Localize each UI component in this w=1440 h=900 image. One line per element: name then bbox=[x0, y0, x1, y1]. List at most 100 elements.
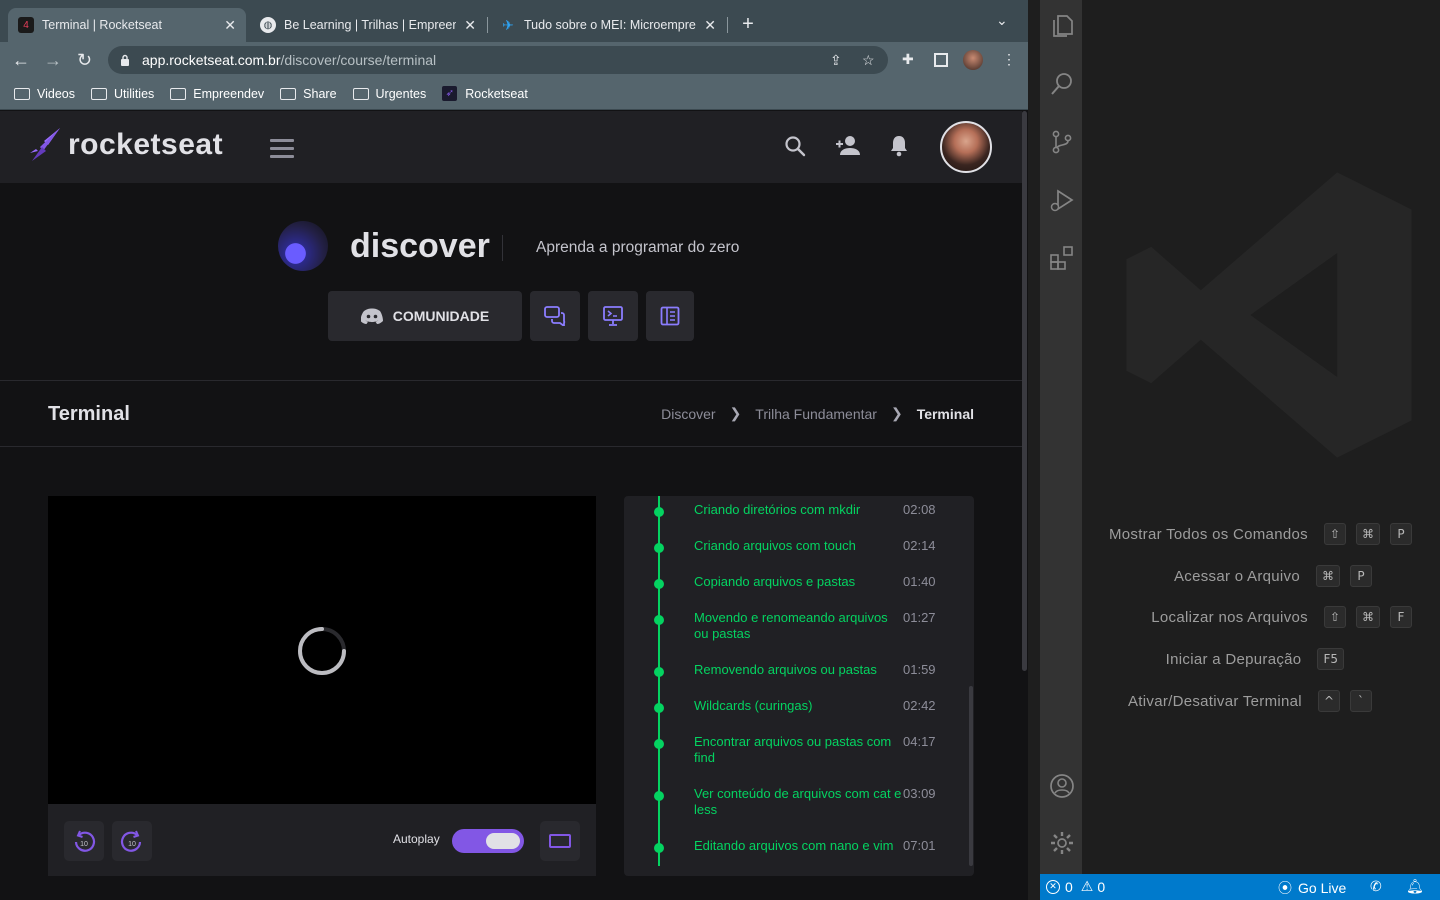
command-label: Mostrar Todos os Comandos bbox=[1108, 525, 1308, 543]
profile-avatar[interactable] bbox=[963, 50, 983, 70]
vscode-watermark-logo bbox=[1126, 172, 1412, 458]
terminal-button[interactable] bbox=[588, 291, 638, 341]
command-label: Localizar nos Arquivos bbox=[1151, 608, 1308, 626]
welcome-command[interactable]: Acessar o Arquivo ⌘ P bbox=[1174, 565, 1382, 587]
forward-10-icon: 10 bbox=[120, 830, 142, 852]
notifications-bell-icon[interactable]: 🔔︎ bbox=[1406, 878, 1424, 895]
discover-title: discover bbox=[350, 227, 490, 265]
problems-indicator[interactable]: ✕ 0 ⚠ 0 bbox=[1046, 878, 1105, 895]
tab-separator bbox=[487, 17, 488, 33]
bookmark-label: Rocketseat bbox=[465, 86, 528, 101]
lesson-scrollbar[interactable] bbox=[969, 686, 973, 866]
keybinding-key: F5 bbox=[1317, 648, 1344, 670]
theater-mode-icon bbox=[549, 834, 571, 848]
side-panel-icon[interactable] bbox=[934, 53, 948, 67]
discover-hero: discover Aprenda a programar do zero COM… bbox=[0, 183, 1022, 381]
close-tab-icon[interactable]: ✕ bbox=[224, 17, 236, 34]
tab-be-learning[interactable]: ◍ Be Learning | Trilhas | Empreendedoris… bbox=[250, 8, 486, 42]
share-icon[interactable]: ⇪ bbox=[830, 52, 842, 69]
lesson-status-dot bbox=[654, 703, 664, 713]
broadcast-icon: ⦿ bbox=[1278, 880, 1292, 896]
chevron-right-icon: ❯ bbox=[729, 405, 742, 421]
lesson-duration: 02:08 bbox=[903, 502, 936, 517]
hamburger-menu-icon[interactable] bbox=[270, 139, 294, 163]
reload-icon[interactable]: ↻ bbox=[77, 50, 92, 70]
command-label: Iniciar a Depuração bbox=[1165, 650, 1302, 668]
new-tab-button[interactable]: + bbox=[738, 12, 758, 36]
source-control-icon[interactable] bbox=[1049, 129, 1075, 155]
extensions-icon[interactable] bbox=[1049, 245, 1075, 271]
community-button[interactable]: COMUNIDADE bbox=[328, 291, 522, 341]
welcome-command[interactable]: Iniciar a Depuração F5 bbox=[1166, 648, 1354, 670]
command-label: Acessar o Arquivo bbox=[1174, 567, 1300, 585]
welcome-command[interactable]: Localizar nos Arquivos ⇧ ⌘ F bbox=[1151, 606, 1422, 628]
tab-mei[interactable]: ✈ Tudo sobre o MEI: Microempreendedor ✕ bbox=[490, 8, 726, 42]
bookmark-label: Empreendev bbox=[193, 86, 265, 101]
keybinding-key: F bbox=[1390, 606, 1412, 628]
close-tab-icon[interactable]: ✕ bbox=[464, 17, 476, 34]
autoplay-toggle[interactable] bbox=[452, 829, 524, 853]
tab-search-chevron-icon[interactable]: ⌄ bbox=[996, 12, 1008, 29]
back-arrow-icon[interactable]: ← bbox=[12, 50, 30, 70]
welcome-command[interactable]: Mostrar Todos os Comandos ⇧ ⌘ P bbox=[1109, 523, 1422, 545]
browser-menu-icon[interactable]: ⋮ bbox=[1002, 51, 1016, 68]
forum-button[interactable] bbox=[530, 291, 580, 341]
vscode-window: Mostrar Todos os Comandos ⇧ ⌘ P Acessar o Ar… bbox=[1028, 0, 1440, 900]
editor-welcome: Mostrar Todos os Comandos ⇧ ⌘ P Acessar o Ar… bbox=[1082, 0, 1440, 874]
rewind-10-button[interactable]: 10 bbox=[64, 821, 104, 861]
bookmark-utilities[interactable]: Utilities bbox=[91, 87, 154, 101]
activity-bar bbox=[1040, 0, 1082, 874]
search-icon[interactable] bbox=[784, 135, 806, 157]
extensions-puzzle-icon[interactable]: ✚ bbox=[902, 51, 914, 68]
tab-rocketseat[interactable]: 4 Terminal | Rocketseat ✕ bbox=[8, 8, 246, 42]
chevron-right-icon: ❯ bbox=[890, 405, 903, 421]
theater-mode-button[interactable] bbox=[540, 821, 580, 861]
materials-button[interactable] bbox=[646, 291, 694, 341]
keybinding-key: ⌘ bbox=[1356, 606, 1380, 628]
bookmark-empreendev[interactable]: Empreendev bbox=[170, 87, 264, 101]
address-bar[interactable]: app.rocketseat.com.br/discover/course/te… bbox=[108, 46, 888, 74]
bookmark-videos[interactable]: Videos bbox=[14, 87, 75, 101]
explorer-files-icon[interactable] bbox=[1049, 13, 1075, 39]
svg-text:10: 10 bbox=[128, 841, 136, 848]
folder-icon bbox=[14, 87, 30, 100]
document-list-icon bbox=[660, 306, 680, 326]
keybinding-key: ` bbox=[1350, 690, 1372, 712]
welcome-command[interactable]: Ativar/Desativar Terminal ^ ` bbox=[1128, 690, 1382, 712]
settings-gear-icon[interactable] bbox=[1049, 830, 1075, 856]
lesson-status-dot bbox=[654, 615, 664, 625]
lesson-title: Movendo e renomeando arquivos ou pastas bbox=[694, 610, 888, 641]
rocketseat-logo[interactable]: rocketseat bbox=[30, 127, 223, 163]
search-icon[interactable] bbox=[1049, 71, 1075, 97]
accounts-icon[interactable] bbox=[1049, 773, 1075, 799]
bookmark-urgentes[interactable]: Urgentes bbox=[352, 87, 426, 101]
breadcrumb-discover[interactable]: Discover bbox=[661, 406, 715, 422]
lesson-status-dot bbox=[654, 791, 664, 801]
breadcrumb-trilha[interactable]: Trilha Fundamentar bbox=[755, 406, 877, 422]
user-avatar[interactable] bbox=[940, 121, 992, 173]
lesson-status-dot bbox=[654, 739, 664, 749]
lesson-duration: 02:42 bbox=[903, 698, 936, 713]
bookmark-rocketseat[interactable]: ➶ Rocketseat bbox=[442, 86, 528, 101]
lesson-duration: 02:14 bbox=[903, 538, 936, 553]
error-count: 0 bbox=[1065, 878, 1073, 895]
url-path: /discover/course/terminal bbox=[280, 52, 437, 68]
go-live-button[interactable]: ⦿ Go Live bbox=[1278, 878, 1346, 898]
run-debug-icon[interactable] bbox=[1049, 187, 1075, 213]
close-tab-icon[interactable]: ✕ bbox=[704, 17, 716, 34]
forward-arrow-icon[interactable]: → bbox=[44, 50, 62, 70]
lesson-list: Criando diretórios com mkdir 02:08 Criando… bbox=[624, 496, 974, 876]
rewind-10-icon: 10 bbox=[74, 830, 96, 852]
scrollbar-thumb[interactable] bbox=[1022, 111, 1027, 671]
tab-title: Tudo sobre o MEI: Microempreendedor bbox=[524, 18, 696, 32]
add-friend-icon[interactable] bbox=[835, 135, 861, 157]
url-host: app.rocketseat.com.br bbox=[142, 52, 281, 68]
bookmark-share[interactable]: Share bbox=[280, 87, 337, 101]
notification-bell-icon[interactable] bbox=[889, 135, 909, 157]
feedback-icon[interactable]: ✆ bbox=[1370, 878, 1382, 895]
svg-text:10: 10 bbox=[80, 841, 88, 848]
bookmark-star-icon[interactable]: ☆ bbox=[862, 52, 875, 69]
forward-10-button[interactable]: 10 bbox=[112, 821, 152, 861]
video-area[interactable] bbox=[48, 496, 596, 804]
lesson-status-dot bbox=[654, 579, 664, 589]
